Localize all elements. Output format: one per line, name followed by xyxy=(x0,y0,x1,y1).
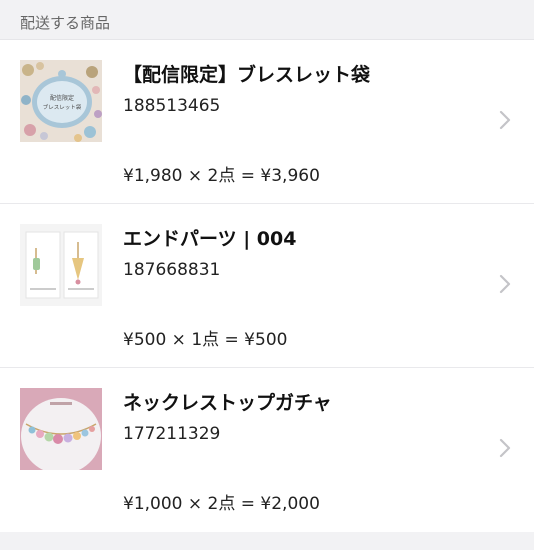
footer-band xyxy=(0,532,534,550)
price-line: ¥1,980 × 2点 = ¥3,960 xyxy=(123,166,320,186)
section-header: 配送する商品 xyxy=(0,0,534,40)
list-item[interactable]: ネックレストップガチャ 177211329 ¥1,000 × 2点 = ¥2,0… xyxy=(0,368,534,532)
product-thumbnail xyxy=(20,224,102,306)
product-sku: 177211329 xyxy=(123,424,221,444)
chevron-right-icon xyxy=(499,274,511,294)
product-image-end-parts xyxy=(20,224,102,306)
chevron-right-icon xyxy=(499,438,511,458)
product-image-bracelet-bag: 配信限定 ブレスレット袋 xyxy=(20,60,102,142)
list-item[interactable]: 配信限定 ブレスレット袋 【配信限定】ブレスレット袋 188513465 ¥1,… xyxy=(0,40,534,204)
price-line: ¥500 × 1点 = ¥500 xyxy=(123,330,288,350)
product-image-necklace-tops xyxy=(20,388,102,470)
product-title: ネックレストップガチャ xyxy=(123,392,332,414)
thumb-caption-line2: ブレスレット袋 xyxy=(43,103,82,111)
thumb-caption-line1: 配信限定 xyxy=(50,94,74,102)
list-item[interactable]: エンドパーツ | 004 187668831 ¥500 × 1点 = ¥500 xyxy=(0,204,534,368)
product-sku: 188513465 xyxy=(123,96,221,116)
product-thumbnail xyxy=(20,388,102,470)
page: 配送する商品 配信限定 ブレスレット袋 【配信限定】ブレスレット袋 188513… xyxy=(0,0,534,550)
product-title: エンドパーツ | 004 xyxy=(123,228,297,250)
item-list: 配信限定 ブレスレット袋 【配信限定】ブレスレット袋 188513465 ¥1,… xyxy=(0,40,534,532)
product-title: 【配信限定】ブレスレット袋 xyxy=(123,64,371,86)
product-sku: 187668831 xyxy=(123,260,221,280)
price-line: ¥1,000 × 2点 = ¥2,000 xyxy=(123,494,320,514)
chevron-right-icon xyxy=(499,110,511,130)
product-thumbnail: 配信限定 ブレスレット袋 xyxy=(20,60,102,142)
